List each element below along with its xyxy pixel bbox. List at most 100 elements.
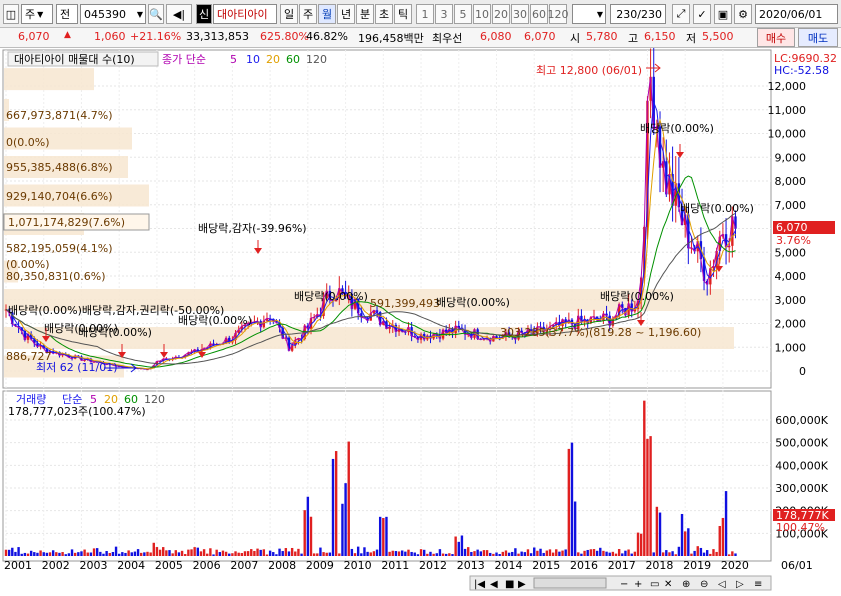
volume-bar (58, 552, 61, 556)
save-icon[interactable]: ▣ (714, 4, 732, 24)
x-tick: 2012 (419, 559, 447, 572)
interval-button-120[interactable]: 120 (548, 4, 569, 24)
stock-chart[interactable]: 12,00011,00010,0009,0008,0007,0006,0005,… (0, 48, 841, 596)
menu-icon[interactable]: ≡ (754, 579, 762, 590)
volume-bar (542, 552, 545, 556)
volume-bar (432, 553, 435, 556)
crosshair-icon[interactable]: ✕ (664, 579, 672, 590)
volume-bar (693, 550, 696, 556)
x-tick: 2004 (117, 559, 145, 572)
volume-bar (734, 553, 737, 556)
period-tab-6[interactable]: 틱 (394, 4, 412, 24)
volume-bar (627, 549, 630, 556)
period-tab-4[interactable]: 분 (356, 4, 374, 24)
volume-bar (548, 549, 552, 556)
scroll-thumb[interactable] (533, 577, 607, 589)
volume-bar (391, 550, 394, 556)
search-icon[interactable]: 🔍 (148, 4, 164, 24)
volume-bar (718, 525, 721, 556)
volume-bar (95, 548, 99, 556)
volume-bar (353, 553, 357, 556)
sell-button[interactable]: 매도 (798, 28, 838, 47)
mode-select[interactable]: 주 ▼ (21, 4, 53, 24)
period-tab-2[interactable]: 월 (318, 4, 336, 24)
volume-bar (224, 551, 228, 556)
volume-bar (48, 552, 52, 556)
volume-bar (454, 536, 457, 556)
interval-button-10[interactable]: 10 (473, 4, 491, 24)
date-field[interactable]: 2020/06/01 (755, 4, 838, 24)
volume-bar (724, 491, 728, 556)
rewind-icon[interactable]: |◀ (474, 579, 485, 590)
left-icon[interactable]: ◁ (718, 579, 726, 590)
volume-bar (608, 552, 611, 556)
volume-bar (26, 553, 30, 556)
check-icon[interactable]: ✓ (693, 4, 711, 24)
x-tick: 2014 (495, 559, 523, 572)
custom-interval-select[interactable]: ▼ (572, 4, 606, 24)
volume-profile-label: 80,350,831(0.6%) (6, 270, 106, 283)
volume-bar (589, 549, 593, 556)
chart-icon[interactable]: ◫ (3, 4, 19, 24)
volume-bar (498, 554, 501, 556)
fit-icon[interactable]: ▭ (650, 579, 659, 590)
next-icon[interactable]: ▶ (518, 579, 526, 590)
volume-bar (322, 552, 325, 556)
volume-bar (445, 553, 448, 556)
price-tick: 10,000 (768, 128, 807, 141)
count-field[interactable]: 230/230 (610, 4, 666, 24)
volume-bar (614, 553, 618, 556)
volume-bar (407, 549, 410, 556)
buy-button[interactable]: 매수 (757, 28, 795, 47)
period-tab-1[interactable]: 주 (299, 4, 317, 24)
volume-bar (168, 550, 171, 556)
right-icon[interactable]: ▷ (736, 579, 744, 590)
minus-icon[interactable]: − (620, 579, 628, 590)
interval-button-5[interactable]: 5 (454, 4, 472, 24)
volume-bar (507, 552, 511, 556)
expand-icon[interactable]: ⤢ (672, 4, 690, 24)
interval-button-20[interactable]: 20 (492, 4, 510, 24)
gear-icon[interactable]: ⚙ (734, 4, 752, 24)
zoom-out-icon[interactable]: ⊖ (700, 579, 708, 590)
speaker-icon[interactable]: ◀| (166, 4, 192, 24)
volume-bar (284, 548, 288, 556)
volume-bar (467, 547, 470, 556)
volume-bar (221, 550, 225, 556)
low-label: 저 (686, 32, 697, 45)
volume-bar (29, 550, 33, 556)
volume-bar (7, 549, 11, 556)
interval-button-30[interactable]: 30 (511, 4, 529, 24)
volume-bar (158, 549, 162, 556)
volume-tick: 400,000K (775, 459, 828, 472)
price-change-pct: +21.16% (130, 30, 182, 43)
volume-bar (476, 549, 479, 556)
stock-code-input[interactable]: 045390 ▼ (80, 4, 146, 24)
volume-bar (705, 550, 709, 556)
volume-bar (99, 551, 102, 556)
mode2-field[interactable]: 전 (56, 4, 78, 24)
volume-bar (206, 553, 209, 556)
volume-bar (482, 550, 486, 556)
period-tab-3[interactable]: 년 (337, 4, 355, 24)
zoom-in-icon[interactable]: ⊕ (682, 579, 690, 590)
period-tab-5[interactable]: 초 (375, 4, 393, 24)
interval-button-60[interactable]: 60 (530, 4, 548, 24)
interval-button-3[interactable]: 3 (435, 4, 453, 24)
volume-bar (517, 553, 520, 556)
prev-icon[interactable]: ◀ (490, 579, 498, 590)
volume-bar (592, 549, 596, 556)
volume-bar (117, 553, 121, 556)
volume-bar (665, 550, 668, 556)
plus-icon[interactable]: + (634, 579, 642, 590)
volume-bar (20, 553, 23, 556)
stop-icon[interactable]: ■ (505, 579, 514, 590)
chevron-down-icon: ▼ (596, 9, 603, 19)
period-tab-0[interactable]: 일 (280, 4, 298, 24)
dividend-note: 배당락(0.00%) (78, 326, 152, 339)
volume-bar (404, 551, 407, 556)
volume-bar (577, 552, 580, 556)
volume-bar (533, 547, 536, 556)
interval-button-1[interactable]: 1 (416, 4, 434, 24)
last-price: 6,070 (18, 30, 50, 43)
